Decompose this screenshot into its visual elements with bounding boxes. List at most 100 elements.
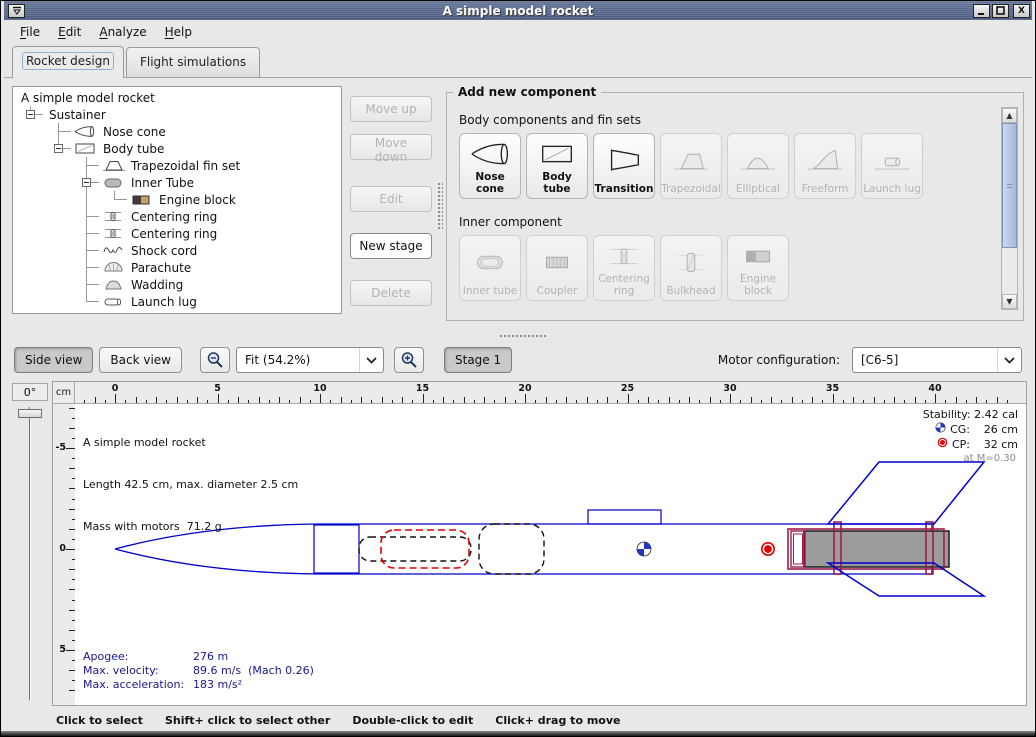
stability-info: Stability: 2.42 cal CG:26 cm CP:32 cm at… bbox=[923, 408, 1018, 466]
minimize-button[interactable] bbox=[973, 4, 990, 18]
ruler-unit: cm bbox=[53, 382, 75, 404]
tree-item-wadding[interactable]: Wadding bbox=[13, 276, 341, 293]
rotation-value: 0° bbox=[12, 383, 48, 401]
window-title: A simple model rocket bbox=[4, 4, 1032, 18]
fin-elliptical-icon bbox=[737, 137, 779, 183]
centering-ring-icon bbox=[101, 227, 127, 240]
add-body-tube-button[interactable]: Body tube bbox=[526, 133, 588, 199]
max-velocity-value: 89.6 m/s (Mach 0.26) bbox=[193, 664, 314, 678]
add-bulkhead-button[interactable]: Bulkhead bbox=[660, 235, 722, 301]
tab-flight-simulations[interactable]: Flight simulations bbox=[126, 47, 260, 77]
tree-item-engine-block[interactable]: Engine block bbox=[13, 191, 341, 208]
transition-icon bbox=[603, 137, 645, 183]
rotation-slider[interactable] bbox=[12, 407, 48, 700]
rocket-view: 0° cm 0510152025303540 -505 A simple mod… bbox=[4, 379, 1032, 710]
horizontal-splitter[interactable] bbox=[4, 331, 1032, 341]
tree-item-centering-ring[interactable]: Centering ring bbox=[13, 208, 341, 225]
status-hint: Click+ drag to move bbox=[495, 714, 620, 727]
menu-item-file[interactable]: File bbox=[12, 23, 48, 41]
motor-configuration-label: Motor configuration: bbox=[718, 353, 846, 367]
horizontal-ruler: 0510152025303540 bbox=[75, 382, 1026, 404]
add-inner-tube-button[interactable]: Inner tube bbox=[459, 235, 521, 301]
tree-collapse-icon[interactable] bbox=[26, 110, 35, 119]
tree-item-a-simple-model-rocket[interactable]: A simple model rocket bbox=[13, 89, 341, 106]
shock-cord-icon bbox=[101, 244, 127, 257]
add-fin-elliptical-button[interactable]: Elliptical bbox=[727, 133, 789, 199]
tree-item-shock-cord[interactable]: Shock cord bbox=[13, 242, 341, 259]
maximize-button[interactable] bbox=[992, 4, 1009, 18]
stage-1-toggle[interactable]: Stage 1 bbox=[444, 347, 512, 373]
tree-item-inner-tube[interactable]: Inner Tube bbox=[13, 174, 341, 191]
chevron-down-icon bbox=[997, 348, 1021, 372]
tree-collapse-icon[interactable] bbox=[54, 144, 63, 153]
status-hint: Click to select bbox=[56, 714, 143, 727]
launch-lug-icon bbox=[871, 137, 913, 183]
body-tube-icon bbox=[73, 142, 99, 155]
slider-handle[interactable] bbox=[18, 409, 42, 418]
component-tree[interactable]: A simple model rocketSustainerNose coneB… bbox=[12, 86, 342, 314]
chevron-down-icon bbox=[359, 348, 383, 372]
nose-cone-icon bbox=[469, 137, 511, 171]
menu-item-edit[interactable]: Edit bbox=[50, 23, 89, 41]
tree-item-parachute[interactable]: Parachute bbox=[13, 259, 341, 276]
add-coupler-button[interactable]: Coupler bbox=[526, 235, 588, 301]
centering-ring-icon bbox=[101, 210, 127, 223]
zoom-in-button[interactable] bbox=[394, 347, 424, 373]
tree-item-trapezoidal-fin-set[interactable]: Trapezoidal fin set bbox=[13, 157, 341, 174]
component-scrollbar[interactable]: ▲ ▼ bbox=[1001, 107, 1018, 310]
tree-item-sustainer[interactable]: Sustainer bbox=[13, 106, 341, 123]
scroll-up-icon[interactable]: ▲ bbox=[1002, 108, 1017, 123]
add-component-title: Add new component bbox=[453, 85, 601, 99]
add-engine-block-button[interactable]: Engine block bbox=[727, 235, 789, 301]
status-hint: Shift+ click to select other bbox=[165, 714, 330, 727]
tree-item-body-tube[interactable]: Body tube bbox=[13, 140, 341, 157]
cp-value: 32 cm bbox=[974, 438, 1018, 452]
add-centering-ring-button[interactable]: Centering ring bbox=[593, 235, 655, 301]
add-fin-freeform-button[interactable]: Freeform bbox=[794, 133, 856, 199]
move-up-button[interactable]: Move up bbox=[350, 96, 432, 122]
motor-configuration-select[interactable]: [C6-5] bbox=[852, 347, 1022, 373]
cp-icon bbox=[937, 437, 948, 452]
side-view-button[interactable]: Side view bbox=[14, 347, 93, 373]
vertical-splitter[interactable] bbox=[432, 86, 446, 331]
edit-button[interactable]: Edit bbox=[350, 186, 432, 212]
move-down-button[interactable]: Move down bbox=[350, 134, 432, 160]
fin-freeform-icon bbox=[804, 137, 846, 183]
add-nose-cone-button[interactable]: Nose cone bbox=[459, 133, 521, 199]
tree-item-launch-lug[interactable]: Launch lug bbox=[13, 293, 341, 310]
parachute-icon bbox=[101, 261, 127, 274]
new-stage-button[interactable]: New stage bbox=[350, 233, 432, 259]
tree-collapse-icon[interactable] bbox=[82, 178, 91, 187]
max-acceleration-value: 183 m/s² bbox=[193, 678, 242, 692]
window-menu-icon[interactable] bbox=[8, 4, 25, 18]
slider-track[interactable] bbox=[29, 407, 31, 700]
rocket-canvas[interactable]: A simple model rocket Length 42.5 cm, ma… bbox=[75, 404, 1026, 705]
zoom-select[interactable]: Fit (54.2%) bbox=[236, 347, 384, 373]
inner-tube-icon bbox=[101, 176, 127, 189]
flight-info: Apogee:276 m Max. velocity:89.6 m/s (Mac… bbox=[83, 650, 314, 692]
stage-actions: Move up Move down Edit New stage Delete bbox=[350, 86, 432, 331]
back-view-button[interactable]: Back view bbox=[99, 347, 182, 373]
close-button[interactable]: X bbox=[1013, 4, 1030, 18]
tab-rocket-design[interactable]: Rocket design bbox=[12, 46, 124, 78]
tree-item-centering-ring[interactable]: Centering ring bbox=[13, 225, 341, 242]
add-fin-trapezoidal-button[interactable]: Trapezoidal bbox=[660, 133, 722, 199]
motor-configuration-value: [C6-5] bbox=[853, 353, 997, 367]
scroll-down-icon[interactable]: ▼ bbox=[1002, 294, 1017, 309]
section-label: Inner component bbox=[459, 215, 1023, 229]
wadding-icon bbox=[101, 278, 127, 291]
launch-lug-icon bbox=[101, 295, 127, 308]
apogee-value: 276 m bbox=[193, 650, 228, 664]
centering-ring-icon bbox=[603, 239, 645, 273]
inner-tube-icon bbox=[469, 239, 511, 285]
scrollbar-thumb[interactable] bbox=[1002, 123, 1017, 248]
tree-item-nose-cone[interactable]: Nose cone bbox=[13, 123, 341, 140]
add-launch-lug-button[interactable]: Launch lug bbox=[861, 133, 923, 199]
zoom-out-button[interactable] bbox=[200, 347, 230, 373]
add-transition-button[interactable]: Transition bbox=[593, 133, 655, 199]
delete-button[interactable]: Delete bbox=[350, 280, 432, 306]
window-frame-bottom bbox=[1, 731, 1035, 736]
view-toolbar: Side view Back view Fit (54.2%) Stage 1 … bbox=[4, 341, 1032, 379]
menu-item-analyze[interactable]: Analyze bbox=[91, 23, 154, 41]
menu-item-help[interactable]: Help bbox=[157, 23, 200, 41]
